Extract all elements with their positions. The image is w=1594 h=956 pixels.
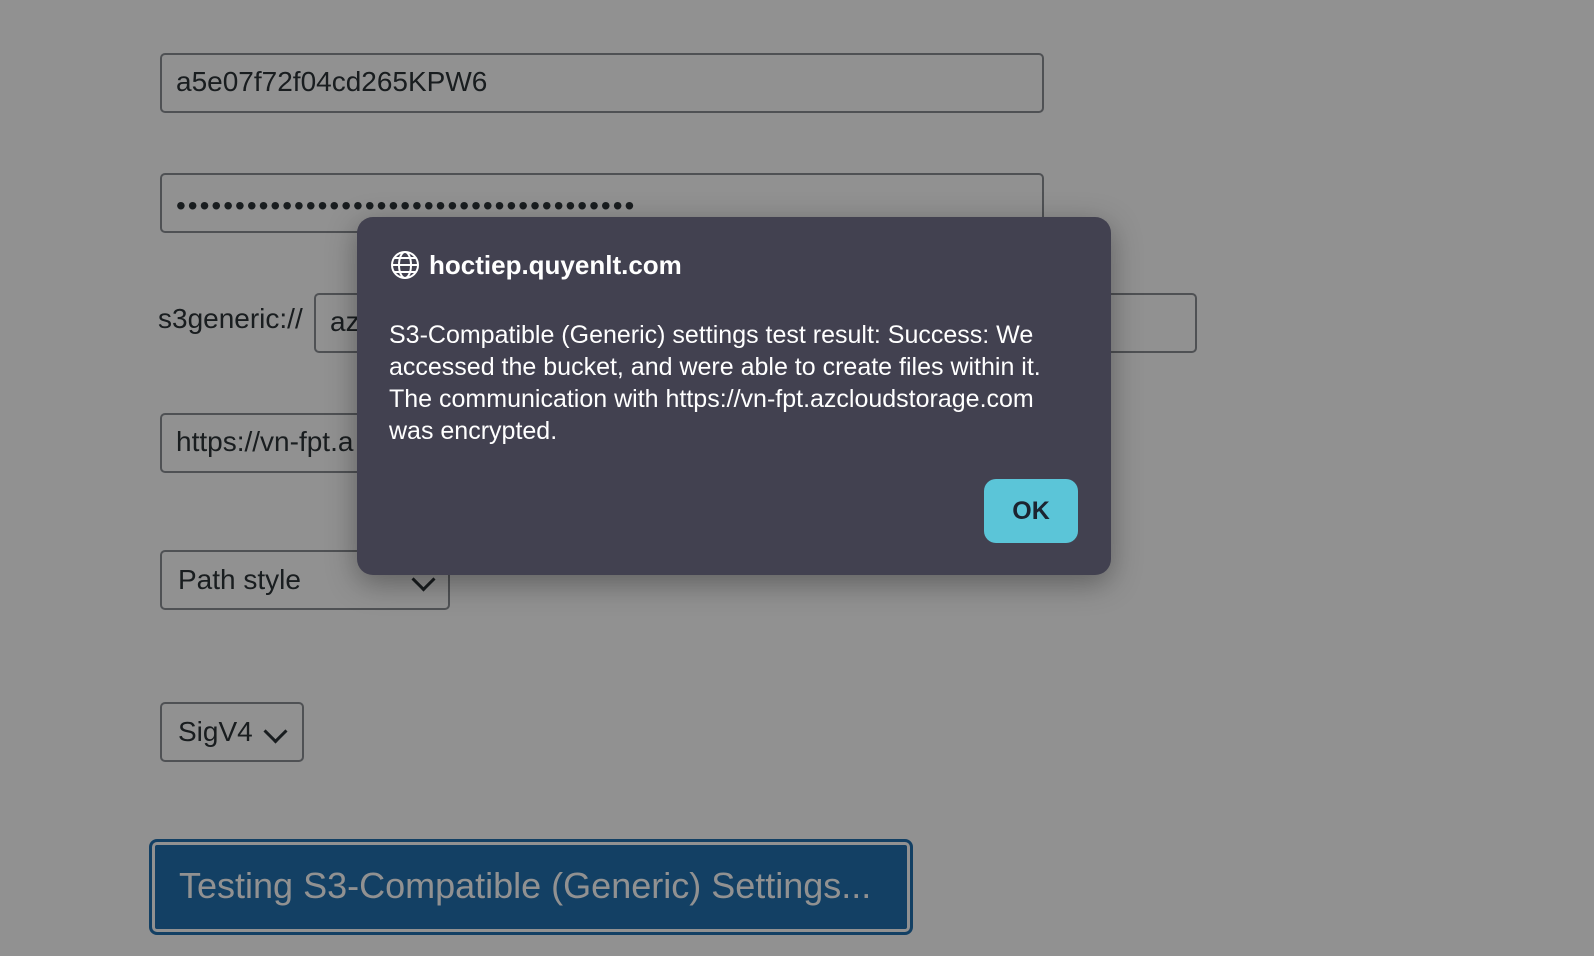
alert-dialog: hoctiep.quyenlt.com S3-Compatible (Gener… (357, 217, 1111, 575)
dialog-origin-text: hoctiep.quyenlt.com (429, 249, 682, 280)
ok-button[interactable]: OK (984, 479, 1078, 543)
dialog-origin: hoctiep.quyenlt.com (389, 249, 682, 281)
dialog-message: S3-Compatible (Generic) settings test re… (389, 321, 1041, 445)
globe-icon (391, 251, 419, 279)
